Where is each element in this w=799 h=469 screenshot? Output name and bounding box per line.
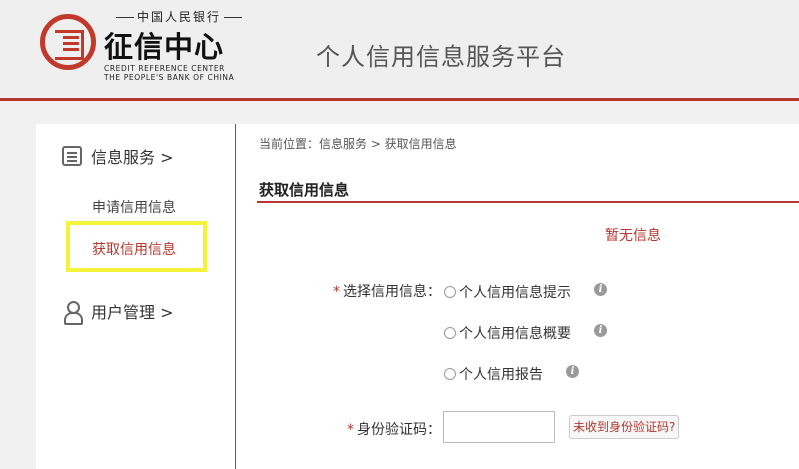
logo[interactable]: 中国人民银行 征信中心 CREDIT REFERENCE CENTER THE … xyxy=(38,8,254,86)
info-icon[interactable]: i xyxy=(594,324,607,337)
notice-text: 暂无信息 xyxy=(605,228,661,244)
option-credit-info-summary[interactable]: 个人信用信息概要 xyxy=(444,323,571,343)
code-label-text: 身份验证码： xyxy=(357,422,441,438)
logo-top-text: 中国人民银行 xyxy=(104,8,254,25)
sidebar-item-apply-credit-info[interactable]: 申请信用信息 xyxy=(92,197,176,217)
option-credit-info-tip[interactable]: 个人信用信息提示 xyxy=(444,282,571,302)
header: 中国人民银行 征信中心 CREDIT REFERENCE CENTER THE … xyxy=(0,0,799,101)
logo-english-line1: CREDIT REFERENCE CENTER xyxy=(104,64,225,73)
required-mark: * xyxy=(347,422,354,438)
option-credit-report[interactable]: 个人信用报告 xyxy=(444,364,543,384)
sidebar-group-info-services[interactable]: 信息服务 > xyxy=(62,144,174,168)
section-title: 获取信用信息 xyxy=(259,181,350,199)
main-content: 当前位置：信息服务 > 获取信用信息 获取信用信息 暂无信息 * 选择信用信息： … xyxy=(236,124,799,469)
option-label: 个人信用报告 xyxy=(459,367,543,383)
sidebar: 信息服务 > 申请信用信息 获取信用信息 用户管理 > xyxy=(36,124,236,469)
select-label-text: 选择信用信息： xyxy=(343,284,441,300)
page-title: 个人信用信息服务平台 xyxy=(316,43,566,71)
verification-code-input[interactable] xyxy=(443,411,555,443)
breadcrumb: 当前位置：信息服务 > 获取信用信息 xyxy=(259,137,457,151)
info-icon[interactable]: i xyxy=(594,283,607,296)
verification-code-label: * 身份验证码： xyxy=(347,419,441,439)
logo-english-line2: THE PEOPLE'S BANK OF CHINA xyxy=(104,73,235,82)
logo-english: CREDIT REFERENCE CENTER THE PEOPLE'S BAN… xyxy=(104,64,234,82)
option-label: 个人信用信息提示 xyxy=(459,285,571,301)
radio-button[interactable] xyxy=(444,327,456,339)
radio-button[interactable] xyxy=(444,368,456,380)
sidebar-group-user-management[interactable]: 用户管理 > xyxy=(62,299,174,325)
select-credit-info-label: * 选择信用信息： xyxy=(333,281,441,301)
radio-button[interactable] xyxy=(444,286,456,298)
required-mark: * xyxy=(333,284,340,300)
sidebar-group-label: 信息服务 > xyxy=(91,148,174,167)
info-icon[interactable]: i xyxy=(566,365,579,378)
resend-code-button[interactable]: 未收到身份验证码? xyxy=(569,415,680,439)
section-divider xyxy=(257,201,799,203)
sidebar-group-label: 用户管理 > xyxy=(91,303,174,322)
logo-name: 征信中心 xyxy=(104,30,225,64)
sidebar-item-get-credit-info[interactable]: 获取信用信息 xyxy=(92,239,176,259)
option-label: 个人信用信息概要 xyxy=(459,326,571,342)
seal-icon xyxy=(40,14,96,70)
user-icon xyxy=(62,301,83,325)
document-icon xyxy=(62,146,82,166)
